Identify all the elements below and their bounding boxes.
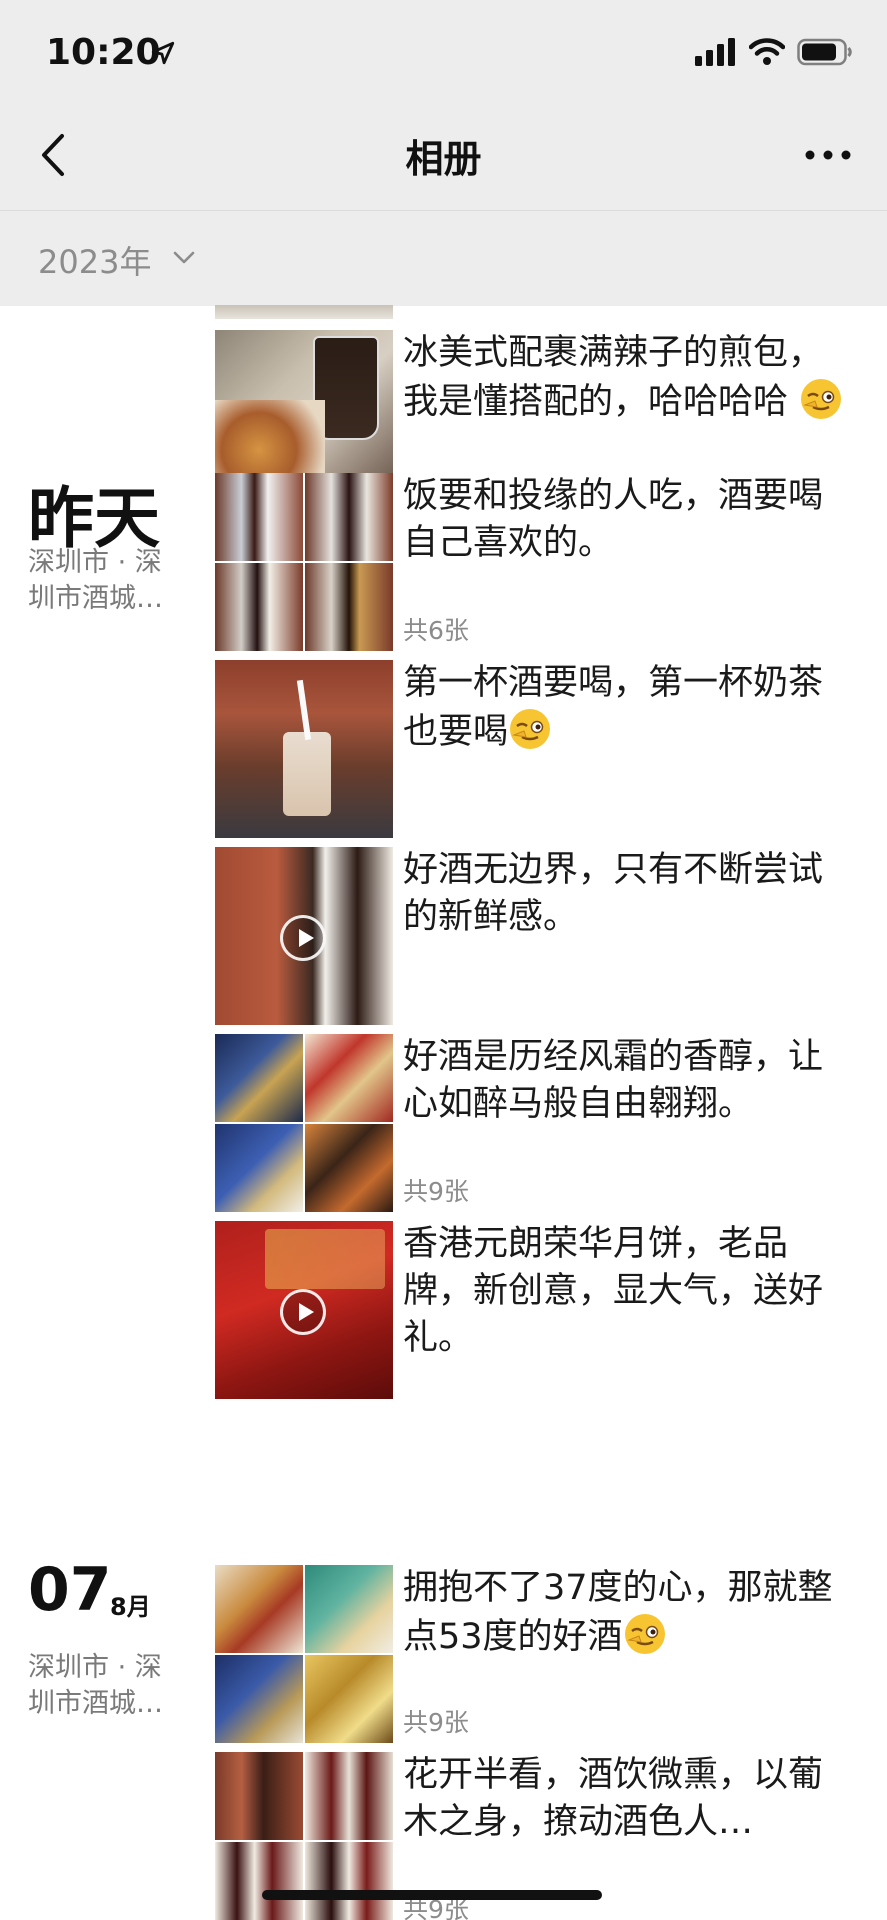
album-entry[interactable]: 好酒无边界，只有不断尝试的新鲜感。 <box>215 847 845 1025</box>
entry-caption: 冰美式配裹满辣子的煎包，我是懂搭配的，哈哈哈哈 <box>403 333 824 422</box>
entry-caption: 饭要和投缘的人吃，酒要喝自己喜欢的。 <box>403 476 824 563</box>
photo-cell <box>215 1752 303 1840</box>
cellular-signal-icon <box>695 38 735 66</box>
wink-emoji-icon <box>801 379 842 419</box>
entry-caption: 花开半看，酒饮微熏，以葡木之身，撩动酒色人… <box>403 1755 824 1842</box>
photo-cell <box>215 473 303 561</box>
album-entry[interactable]: 好酒是历经风霜的香醇，让心如醉马般自由翱翔。 共9张 <box>215 1034 845 1212</box>
year-filter[interactable]: 2023年 <box>0 210 887 306</box>
album-entry[interactable]: 第一杯酒要喝，第一杯奶茶也要喝 <box>215 660 845 838</box>
photo-cell <box>215 1034 303 1122</box>
photo-cell <box>215 1565 303 1653</box>
status-indicators <box>695 38 853 66</box>
photo-cell <box>305 1655 393 1743</box>
photo-cell <box>305 473 393 561</box>
more-options-icon[interactable] <box>803 140 853 170</box>
album-entry[interactable]: 拥抱不了37度的心，那就整点53度的好酒 共9张 <box>215 1565 845 1743</box>
location-arrow-icon <box>151 41 175 65</box>
battery-icon <box>797 38 852 66</box>
milk-tea-cup <box>283 732 331 816</box>
photo-grid-thumbnail[interactable] <box>215 1034 393 1212</box>
year-label: 2023年 <box>38 243 152 281</box>
entry-caption: 香港元朗荣华月饼，老品牌，新创意，显大气，送好礼。 <box>403 1224 824 1358</box>
previous-photo-edge <box>215 305 393 319</box>
photo-grid-thumbnail[interactable] <box>215 1565 393 1743</box>
photo-cell <box>305 1124 393 1212</box>
home-indicator[interactable] <box>262 1890 602 1900</box>
status-bar: 10:20 <box>0 0 887 100</box>
entry-caption: 拥抱不了37度的心，那就整点53度的好酒 <box>403 1568 833 1657</box>
album-feed: 冰美式配裹满辣子的煎包，我是懂搭配的，哈哈哈哈 昨天 深圳市 · 深圳市酒城… … <box>0 305 887 1920</box>
photo-count: 共6张 <box>403 616 469 645</box>
album-entry[interactable]: 饭要和投缘的人吃，酒要喝自己喜欢的。 共6张 <box>215 473 845 651</box>
location-label: 深圳市 · 深圳市酒城… <box>28 1652 163 1719</box>
entry-caption: 好酒无边界，只有不断尝试的新鲜感。 <box>403 850 824 937</box>
photo-cell <box>215 563 303 651</box>
photo-cell <box>305 1752 393 1840</box>
photo-cell <box>305 1565 393 1653</box>
photo-cell <box>305 1034 393 1122</box>
location-label: 深圳市 · 深圳市酒城… <box>28 547 163 614</box>
wifi-icon <box>749 38 785 65</box>
entry-caption: 第一杯酒要喝，第一杯奶茶也要喝 <box>403 663 824 752</box>
page-title: 相册 <box>405 137 482 181</box>
date-day-number: 07 <box>28 1555 112 1625</box>
photo-cell <box>215 1655 303 1743</box>
navigation-bar: 相册 <box>0 100 887 210</box>
wink-emoji-icon <box>624 1614 665 1654</box>
play-icon[interactable] <box>280 1289 326 1335</box>
date-month: 8月 <box>110 1593 151 1621</box>
photo-grid-thumbnail[interactable] <box>215 473 393 651</box>
photo-cell <box>305 563 393 651</box>
gold-lettering <box>265 1229 385 1289</box>
photo-thumbnail[interactable] <box>215 660 393 838</box>
play-icon[interactable] <box>280 915 326 961</box>
album-entry[interactable]: 香港元朗荣华月饼，老品牌，新创意，显大气，送好礼。 <box>215 1221 845 1399</box>
chevron-down-icon <box>173 251 195 264</box>
video-thumbnail[interactable] <box>215 1221 393 1399</box>
entry-caption: 好酒是历经风霜的香醇，让心如醉马般自由翱翔。 <box>403 1037 824 1124</box>
photo-cell <box>215 1124 303 1212</box>
photo-count: 共9张 <box>403 1177 469 1206</box>
wink-emoji-icon <box>510 709 551 749</box>
status-time: 10:20 <box>46 32 161 73</box>
photo-cell <box>215 1842 303 1920</box>
photo-cell <box>305 1842 393 1920</box>
photo-count: 共9张 <box>403 1708 469 1737</box>
video-thumbnail[interactable] <box>215 847 393 1025</box>
